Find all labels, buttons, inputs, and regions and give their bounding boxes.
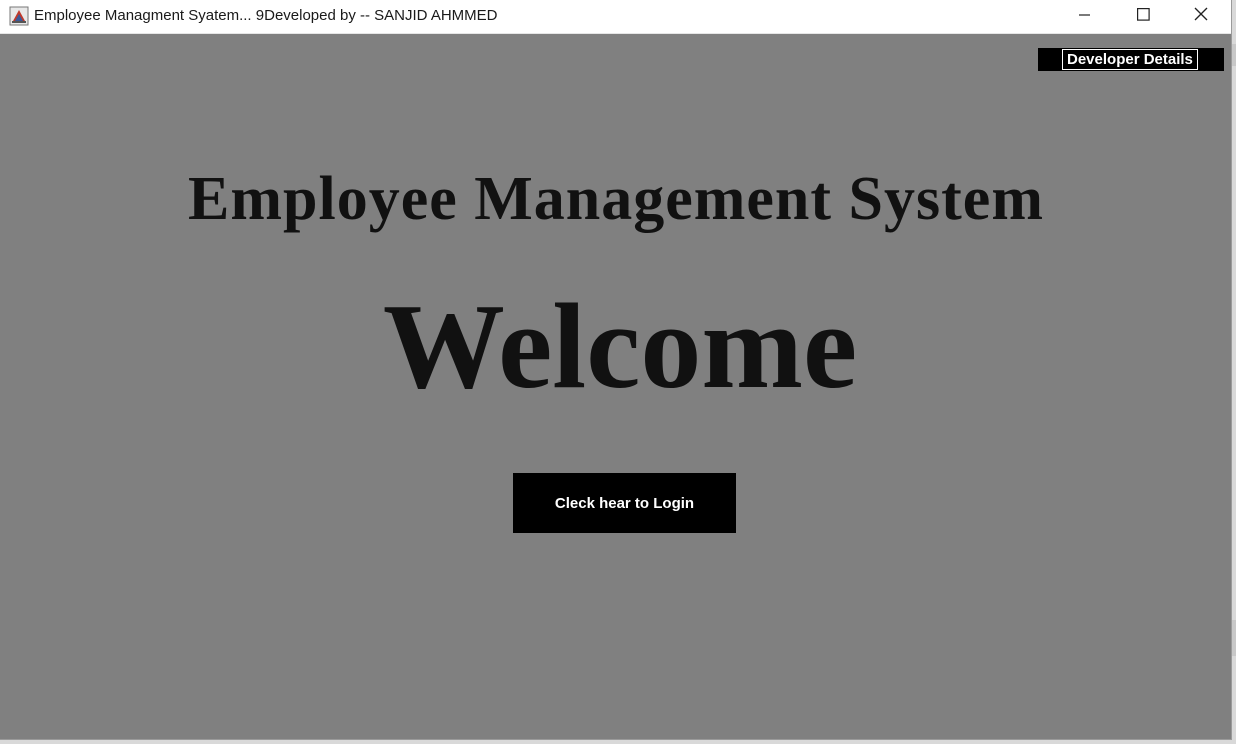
login-button[interactable]: Cleck hear to Login xyxy=(513,473,736,533)
maximize-button[interactable] xyxy=(1114,0,1172,33)
window-title: Employee Managment Syatem... 9Developed … xyxy=(34,7,498,24)
welcome-text: Welcome xyxy=(382,279,858,414)
title-bar[interactable]: Employee Managment Syatem... 9Developed … xyxy=(0,0,1231,34)
minimize-icon xyxy=(1079,8,1091,26)
minimize-button[interactable] xyxy=(1056,0,1114,33)
maximize-icon xyxy=(1136,7,1150,26)
developer-details-label: Developer Details xyxy=(1062,49,1198,70)
app-window: Employee Managment Syatem... 9Developed … xyxy=(0,0,1232,740)
window-edge-highlight xyxy=(1232,44,1236,66)
close-icon xyxy=(1194,7,1208,26)
main-content: Developer Details Employee Management Sy… xyxy=(0,34,1231,739)
window-edge-highlight xyxy=(1232,620,1236,656)
java-app-icon xyxy=(9,6,29,26)
close-button[interactable] xyxy=(1172,0,1230,33)
page-title: Employee Management System xyxy=(188,165,1044,233)
developer-details-button[interactable]: Developer Details xyxy=(1038,48,1224,71)
